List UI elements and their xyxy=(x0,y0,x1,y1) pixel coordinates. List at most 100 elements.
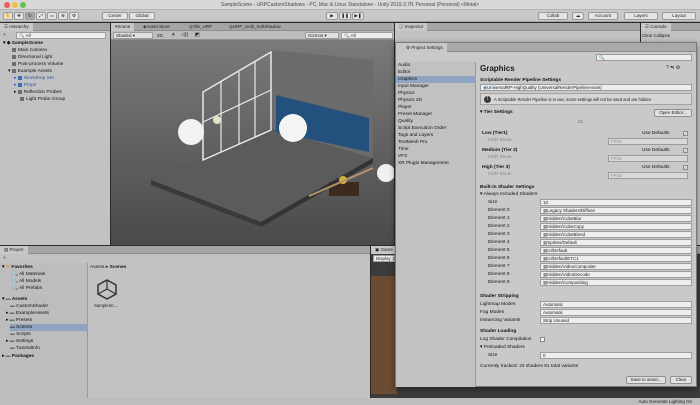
tab-tile-urp[interactable]: ◎Tile_URP xyxy=(185,23,216,31)
asset-folder-item[interactable]: ▸ ▬ ExampleAssets xyxy=(6,310,88,317)
asset-folder-item[interactable]: ▬ Scenes xyxy=(10,324,88,331)
transform-tool-button[interactable]: ⊕ xyxy=(58,12,68,20)
settings-nav-item[interactable]: VFX xyxy=(398,153,476,160)
favorite-item[interactable]: 🔍 All Materials xyxy=(12,271,88,278)
hand-tool-button[interactable]: ✋ xyxy=(3,12,13,20)
tier-low-use-defaults-checkbox[interactable]: ✓ xyxy=(683,131,688,136)
rect-tool-button[interactable]: ▭ xyxy=(47,12,57,20)
breadcrumb-scenes[interactable]: Scenes xyxy=(109,265,126,270)
play-button[interactable]: ▶ xyxy=(326,12,338,20)
collab-button[interactable]: Collab xyxy=(538,12,568,20)
breadcrumb-assets[interactable]: Assets xyxy=(90,265,104,270)
asset-folder-item[interactable]: ▬ TutorialInfo xyxy=(10,345,88,352)
tab-asset-store[interactable]: ◈Asset Store xyxy=(139,23,174,31)
asset-file-label[interactable]: SampleSc... xyxy=(94,303,117,309)
tab-console[interactable]: ☰ Console xyxy=(641,23,671,31)
settings-nav-item[interactable]: Time xyxy=(398,146,476,153)
tier-high-hdr-dropdown[interactable]: FP16 xyxy=(608,172,688,179)
tier-low-hdr-dropdown[interactable]: FP16 xyxy=(608,138,688,145)
lighting-toggle-icon[interactable]: ☀ xyxy=(171,32,175,39)
hierarchy-item[interactable]: ▸ Props xyxy=(14,82,110,89)
shading-mode-dropdown[interactable]: Shaded ▾ xyxy=(113,32,153,39)
console-clear-button[interactable]: Clear xyxy=(642,33,652,38)
hierarchy-item[interactable]: ▸ Workshop Set xyxy=(14,75,110,82)
always-included-foldout[interactable]: ▾ Always Included Shaders xyxy=(480,191,680,198)
settings-search-input[interactable]: 🔍 xyxy=(596,54,692,61)
hierarchy-item[interactable]: Post-process Volume xyxy=(12,61,110,68)
tab-urp-unlit-softshadow[interactable]: ◎URP_Unlit_SoftShadow xyxy=(225,23,285,31)
layers-dropdown[interactable]: Layers xyxy=(624,12,658,20)
scale-tool-button[interactable]: ⤢ xyxy=(36,12,46,20)
light-gizmo-icon[interactable] xyxy=(213,116,221,124)
tier-settings-foldout[interactable]: ▾ Tier Settings xyxy=(480,109,600,116)
reflection-probe-sphere[interactable] xyxy=(279,114,307,142)
element-shader-field[interactable]: ▦Hidden/VideoDecode xyxy=(540,271,692,278)
hierarchy-item[interactable]: Light Probe Group xyxy=(20,96,110,103)
tab-scene[interactable]: #Scene xyxy=(111,23,135,31)
preloaded-shaders-foldout[interactable]: ▾ Preloaded Shaders xyxy=(480,344,580,351)
favorite-item[interactable]: 🔍 All Models xyxy=(12,278,88,285)
lightmap-modes-dropdown[interactable]: Automatic xyxy=(540,301,692,308)
cloud-icon[interactable]: ☁ xyxy=(572,12,584,20)
close-window-button[interactable] xyxy=(4,2,10,8)
element-shader-field[interactable]: ▦Hidden/CubeCopy xyxy=(540,223,692,230)
fog-modes-dropdown[interactable]: Automatic xyxy=(540,309,692,316)
settings-nav-item[interactable]: Physics 2D xyxy=(398,97,476,104)
settings-nav-item[interactable]: Quality xyxy=(398,118,476,125)
settings-nav-item[interactable]: TextMesh Pro xyxy=(398,139,476,146)
settings-nav-item[interactable]: Input Manager xyxy=(398,83,476,90)
settings-menu-icon[interactable]: ⚙ xyxy=(676,65,680,71)
clear-button[interactable]: Clear xyxy=(670,376,692,384)
hierarchy-item[interactable]: ▾ Example Assets xyxy=(8,68,110,75)
scene-search-input[interactable]: 🔍 All xyxy=(341,32,393,39)
element-shader-field[interactable]: ▦Hidden/VideoComposite xyxy=(540,263,692,270)
favorites-section[interactable]: ▾ ★ Favorites xyxy=(2,264,88,271)
tab-game[interactable]: ▣ Game xyxy=(371,246,397,254)
project-create-button[interactable]: + xyxy=(3,255,13,262)
element-shader-field[interactable]: ▦Hidden/CubeBlend xyxy=(540,231,692,238)
element-shader-field[interactable]: ▦Legacy Shaders/Diffuse xyxy=(540,207,692,214)
layout-dropdown[interactable]: Layout xyxy=(662,12,696,20)
packages-section[interactable]: ▸ ▬ Packages xyxy=(2,353,88,360)
display-dropdown[interactable]: Display 1 xyxy=(373,255,395,262)
settings-nav-item[interactable]: Graphics xyxy=(396,76,476,83)
scene-viewport[interactable] xyxy=(111,40,394,245)
hierarchy-item[interactable]: Main Camera xyxy=(12,47,110,54)
element-shader-field[interactable]: ▦UI/Default xyxy=(540,247,692,254)
settings-nav-item[interactable]: Physics xyxy=(398,90,476,97)
tier-medium-use-defaults-checkbox[interactable]: ✓ xyxy=(683,148,688,153)
preloaded-size-input[interactable]: 0 xyxy=(540,352,692,359)
preset-icon[interactable]: ⇋ xyxy=(670,65,674,71)
audio-toggle-icon[interactable]: ◁)) xyxy=(181,32,188,39)
favorite-item[interactable]: 🔍 All Prefabs xyxy=(12,285,88,292)
element-shader-field[interactable]: ▦UI/DefaultETC1 xyxy=(540,255,692,262)
pivot-center-toggle[interactable]: Center xyxy=(102,12,128,20)
element-shader-field[interactable]: ▦Hidden/CubeBlur xyxy=(540,215,692,222)
asset-folder-item[interactable]: ▬ Scripts xyxy=(10,331,88,338)
zoom-window-button[interactable] xyxy=(20,2,26,8)
custom-tool-button[interactable]: ⚙ xyxy=(69,12,79,20)
account-dropdown[interactable]: Account xyxy=(588,12,618,20)
unity-scene-icon[interactable] xyxy=(96,278,118,300)
step-button[interactable]: ▶❚ xyxy=(352,12,364,20)
reflection-probe-sphere[interactable] xyxy=(178,119,204,145)
settings-nav-item[interactable]: XR Plugin Management xyxy=(398,160,476,167)
element-shader-field[interactable]: ▦Sprites/Default xyxy=(540,239,692,246)
settings-nav-item[interactable]: Audio xyxy=(398,62,476,69)
settings-nav-item[interactable]: Editor xyxy=(398,69,476,76)
asset-folder-item[interactable]: ▸ ▬ Settings xyxy=(6,338,88,345)
move-tool-button[interactable]: ✥ xyxy=(14,12,24,20)
asset-folder-item[interactable]: ▸ ▬ Presets xyxy=(6,317,88,324)
element-shader-field[interactable]: ▦Hidden/Compositing xyxy=(540,279,692,286)
pause-button[interactable]: ❚❚ xyxy=(339,12,351,20)
mode-2d-toggle[interactable]: 2D xyxy=(157,32,163,39)
hierarchy-create-button[interactable]: + xyxy=(3,32,13,39)
hierarchy-item[interactable]: ▸ Reflection Probes xyxy=(14,89,110,96)
help-icon[interactable]: ? xyxy=(666,65,669,71)
settings-nav-item[interactable]: Script Execution Order xyxy=(398,125,476,132)
tab-hierarchy[interactable]: ☰ Hierarchy xyxy=(0,23,33,31)
tab-project-settings[interactable]: ⚙ Project Settings xyxy=(396,43,447,52)
open-editor-button[interactable]: Open Editor... xyxy=(654,109,692,117)
log-compilation-checkbox[interactable] xyxy=(540,337,545,342)
tab-inspector[interactable]: ⓘ Inspector xyxy=(395,23,428,31)
